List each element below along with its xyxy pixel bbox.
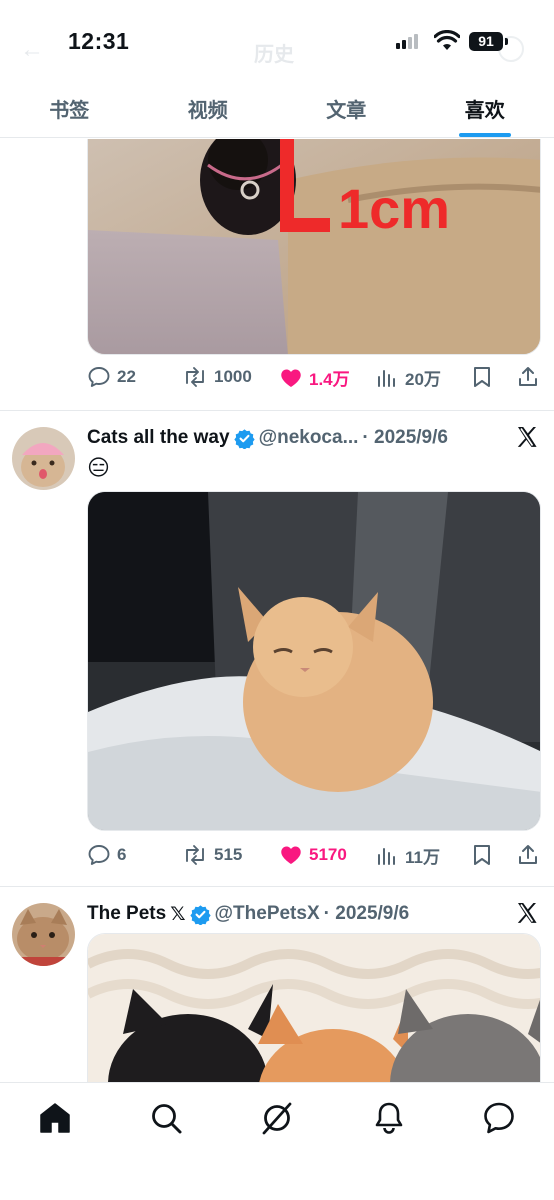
like-button[interactable]: 5170	[279, 843, 347, 867]
active-tab-indicator	[458, 133, 511, 137]
cat-on-sofa-photo: 1cm	[88, 139, 540, 354]
tab-articles[interactable]: 文章	[277, 84, 416, 137]
avatar[interactable]	[12, 427, 75, 490]
x-logo-icon[interactable]	[515, 425, 539, 449]
tab-bar: 书签 视频 文章 喜欢	[0, 84, 554, 138]
like-count: 5170	[309, 845, 347, 864]
reply-count: 22	[117, 367, 136, 386]
tab-videos[interactable]: 视频	[139, 84, 278, 137]
search-icon[interactable]	[149, 1101, 183, 1135]
reply-icon	[88, 845, 110, 865]
cat-in-pink-hat-avatar	[12, 427, 75, 490]
author-name[interactable]: The Pets	[87, 903, 166, 925]
retweet-button[interactable]: 1000	[182, 365, 252, 389]
reply-icon	[88, 367, 110, 387]
bookmark-icon	[474, 845, 490, 865]
cat-face-avatar	[12, 903, 75, 966]
like-button[interactable]: 1.4万	[279, 365, 350, 390]
tweet-media-image[interactable]	[87, 933, 541, 1082]
reply-button[interactable]: 22	[87, 365, 136, 389]
battery-tip	[505, 38, 508, 45]
home-icon[interactable]	[38, 1101, 72, 1135]
author-handle[interactable]: @ThePetsX	[215, 903, 320, 925]
tweet-text: 😑	[87, 455, 110, 480]
tweet-actions: 6 515 5170 11万	[87, 843, 541, 873]
back-arrow-icon[interactable]: ←	[20, 36, 44, 64]
bookmark-button[interactable]	[471, 843, 493, 867]
views-button[interactable]: 20万	[375, 365, 441, 390]
tweet-header: The Pets 𝕏 @ThePetsX · 2025/9/6	[87, 901, 409, 927]
author-handle[interactable]: @nekoca...	[259, 427, 359, 449]
retweet-button[interactable]: 515	[182, 843, 242, 867]
tweet-header: Cats all the way @nekoca... · 2025/9/6	[87, 425, 448, 451]
faded-page-title: 历史	[254, 44, 294, 66]
x-logo-icon[interactable]	[515, 901, 539, 925]
retweet-count: 1000	[214, 367, 252, 386]
share-button[interactable]	[516, 843, 540, 867]
feed[interactable]: 1cm 22 1000 1.4万 20万 Cats all the way @n…	[0, 139, 554, 1082]
views-icon	[378, 369, 395, 387]
view-count: 20万	[405, 370, 441, 389]
battery-indicator: 91	[469, 32, 503, 51]
verified-badge-icon	[233, 428, 255, 449]
share-icon	[519, 367, 537, 386]
cellular-signal-icon	[396, 34, 418, 49]
status-bar: ← 历史 12:31 91	[0, 0, 554, 84]
notifications-icon[interactable]	[372, 1101, 406, 1135]
retweet-count: 515	[214, 845, 243, 864]
tweet-media-image[interactable]: 1cm	[87, 139, 541, 355]
share-icon	[519, 845, 537, 864]
messages-icon[interactable]	[482, 1101, 516, 1135]
author-name[interactable]: Cats all the way	[87, 427, 230, 449]
bottom-navigation	[0, 1082, 554, 1200]
reply-button[interactable]: 6	[87, 843, 126, 867]
media-overlay-text: 1cm	[338, 177, 450, 240]
tweet-date: · 2025/9/6	[323, 903, 410, 924]
views-button[interactable]: 11万	[375, 843, 440, 868]
tab-likes[interactable]: 喜欢	[416, 84, 554, 137]
status-time: 12:31	[68, 28, 130, 54]
views-icon	[378, 847, 395, 865]
tweet-card[interactable]: 1cm 22 1000 1.4万 20万	[0, 139, 554, 411]
heart-filled-icon	[281, 369, 301, 387]
orange-kitten-photo	[88, 492, 540, 830]
share-button[interactable]	[516, 365, 540, 389]
x-affiliation-badge: 𝕏	[170, 903, 186, 925]
grok-icon[interactable]	[260, 1101, 294, 1135]
like-count: 1.4万	[309, 370, 350, 389]
tweet-card[interactable]: Cats all the way @nekoca... · 2025/9/6 😑	[0, 411, 554, 887]
view-count: 11万	[405, 848, 440, 867]
retweet-icon	[186, 367, 204, 387]
tweet-date: · 2025/9/6	[362, 427, 448, 448]
tab-bookmarks[interactable]: 书签	[0, 84, 139, 137]
bookmark-button[interactable]	[471, 365, 493, 389]
retweet-icon	[186, 845, 204, 865]
wifi-icon	[434, 30, 460, 50]
heart-filled-icon	[281, 846, 301, 864]
tweet-media-image[interactable]	[87, 491, 541, 831]
bookmark-icon	[474, 367, 490, 387]
tweet-actions: 22 1000 1.4万 20万	[87, 365, 541, 395]
reply-count: 6	[117, 845, 127, 864]
tweet-card[interactable]: The Pets 𝕏 @ThePetsX · 2025/9/6	[0, 887, 554, 1082]
three-kittens-photo	[88, 934, 540, 1082]
avatar[interactable]	[12, 903, 75, 966]
verified-badge-icon	[189, 904, 211, 925]
